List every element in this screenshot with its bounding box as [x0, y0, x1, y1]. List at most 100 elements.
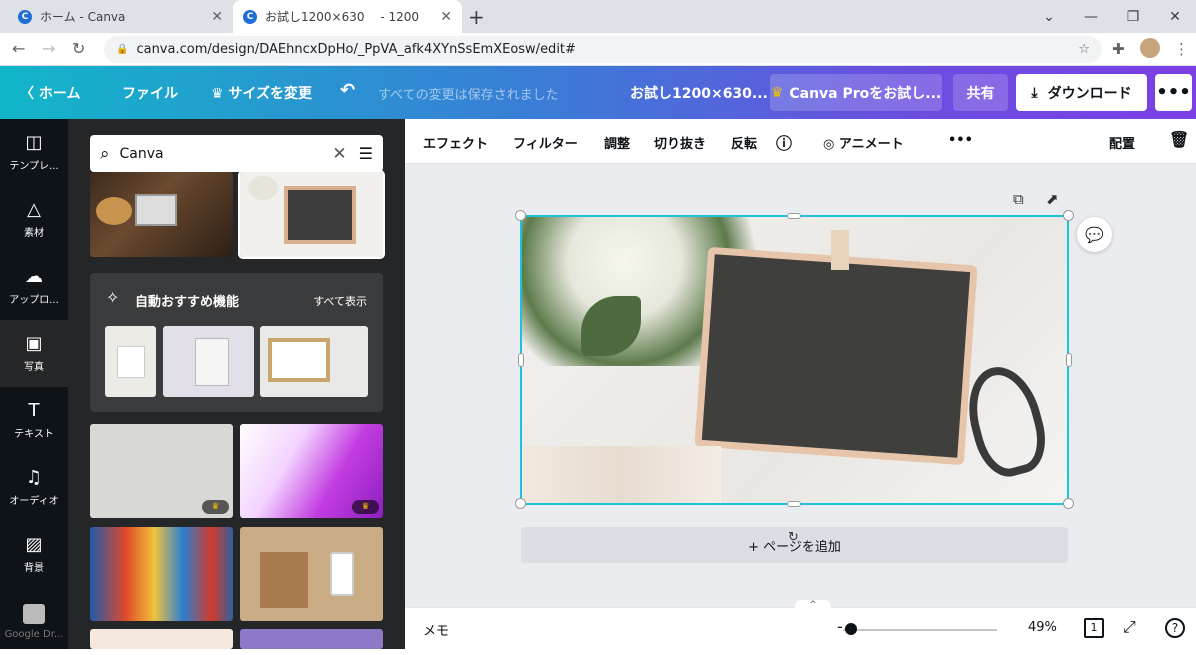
- duplicate-page-icon[interactable]: ⧉: [1013, 190, 1024, 208]
- add-comment-button[interactable]: 💬: [1077, 217, 1112, 252]
- bookmark-star-icon[interactable]: ☆: [1078, 42, 1090, 57]
- expand-pages-icon[interactable]: ^: [795, 600, 831, 610]
- rail-item-background[interactable]: ▨ 背景: [0, 521, 68, 588]
- zoom-slider[interactable]: [843, 629, 997, 631]
- resize-handle[interactable]: [787, 213, 801, 219]
- filter-button[interactable]: フィルター: [513, 133, 578, 152]
- close-window-icon[interactable]: ✕: [1154, 9, 1196, 25]
- notes-button[interactable]: メモ: [423, 620, 449, 639]
- undo-icon[interactable]: ↶: [340, 80, 355, 101]
- save-status: すべての変更は保存されました: [378, 88, 559, 103]
- thumbnail-content: [330, 552, 354, 596]
- background-icon: ▨: [25, 533, 43, 555]
- canva-favicon-icon: C: [18, 9, 32, 24]
- close-tab-icon[interactable]: ✕: [440, 9, 452, 25]
- sparkle-icon: ✧: [106, 288, 120, 307]
- photo-search-input[interactable]: ⌕ Canva ✕ ☰: [90, 135, 383, 172]
- filter-icon[interactable]: ☰: [359, 144, 373, 163]
- see-all-link[interactable]: すべて表示: [313, 293, 367, 309]
- design-page[interactable]: [521, 216, 1068, 504]
- adjust-button[interactable]: 調整: [604, 133, 630, 152]
- browser-menu-icon[interactable]: ⋮: [1174, 40, 1189, 58]
- minimize-icon[interactable]: —: [1070, 9, 1112, 25]
- resize-handle[interactable]: [1066, 353, 1072, 367]
- extensions-icon[interactable]: ✚: [1112, 40, 1125, 58]
- download-button[interactable]: ⤓ ダウンロード: [1016, 74, 1147, 111]
- info-icon[interactable]: ⓘ: [776, 130, 792, 154]
- resize-handle[interactable]: [515, 210, 526, 221]
- page-count-button[interactable]: 1: [1084, 618, 1104, 638]
- suggested-thumbnail[interactable]: [260, 326, 368, 397]
- side-rail: ◫ テンプレ... △ 素材 ☁ アップロ... ▣ 写真 T テキスト ♫ オーディオ ▨…: [0, 119, 68, 649]
- browser-tab-design[interactable]: C お試し1200×630 - 1200 ✕: [233, 0, 462, 33]
- resize-handle[interactable]: [515, 498, 526, 509]
- search-icon: ⌕: [100, 143, 110, 164]
- zoom-slider-handle[interactable]: [845, 623, 857, 635]
- photos-panel: ⌕ Canva ✕ ☰ ✧ 自動おすすめ機能 すべて表示 ♛ ♛: [68, 119, 405, 649]
- thumbnail-content: [268, 338, 330, 382]
- rail-item-audio[interactable]: ♫ オーディオ: [0, 454, 68, 521]
- vertical-scrollbar[interactable]: [1186, 164, 1196, 597]
- rail-item-elements[interactable]: △ 素材: [0, 186, 68, 253]
- home-button[interactable]: 〈 ホーム: [20, 83, 80, 103]
- suggested-thumbnail[interactable]: [105, 326, 156, 397]
- zoom-minus-icon[interactable]: -: [837, 617, 843, 636]
- thumbnail-content: [260, 552, 308, 608]
- google-drive-icon: [23, 603, 45, 624]
- share-button[interactable]: 共有: [953, 74, 1008, 111]
- forward-icon[interactable]: →: [42, 39, 55, 58]
- resize-handle[interactable]: [1063, 210, 1074, 221]
- restore-icon[interactable]: ❐: [1112, 9, 1154, 25]
- chevron-left-icon: 〈: [20, 86, 39, 102]
- rail-item-uploads[interactable]: ☁ アップロ...: [0, 253, 68, 320]
- rail-item-text[interactable]: T テキスト: [0, 387, 68, 454]
- url-field[interactable]: 🔒 canva.com/design/DAEhncxDpHo/_PpVA_afk…: [104, 36, 1102, 63]
- photo-thumbnail[interactable]: ♛: [90, 424, 233, 518]
- suggested-thumbnail[interactable]: [163, 326, 254, 397]
- photo-thumbnail[interactable]: ♛: [240, 424, 383, 518]
- back-icon[interactable]: ←: [12, 39, 25, 58]
- effects-button[interactable]: エフェクト: [423, 133, 488, 152]
- document-title[interactable]: お試し1200×630...: [630, 83, 768, 103]
- rotate-icon[interactable]: ↻: [788, 530, 799, 545]
- browser-tab-home[interactable]: C ホーム - Canva ✕: [8, 0, 233, 33]
- image-toolbar: エフェクト フィルター 調整 切り抜き 反転 ⓘ ◎ アニメート ••• 配置 …: [405, 119, 1196, 164]
- help-icon[interactable]: ?: [1165, 618, 1185, 638]
- rail-item-google-drive[interactable]: Google Dr...: [0, 588, 68, 655]
- clear-search-icon[interactable]: ✕: [332, 144, 346, 164]
- photo-thumbnail[interactable]: [240, 527, 383, 621]
- position-button[interactable]: 配置: [1109, 133, 1135, 152]
- fullscreen-icon[interactable]: ⤢: [1123, 617, 1136, 637]
- tab-search-icon[interactable]: ⌄: [1028, 9, 1070, 25]
- trash-icon[interactable]: 🗑: [1169, 130, 1189, 149]
- add-page-icon[interactable]: ⬈: [1046, 190, 1059, 208]
- photo-thumbnail-selected[interactable]: [238, 170, 385, 259]
- zoom-level[interactable]: 49%: [1028, 620, 1057, 635]
- try-pro-button[interactable]: ♛ Canva Proをお試し...: [770, 74, 942, 111]
- photo-thumbnail[interactable]: [90, 629, 233, 649]
- crop-button[interactable]: 切り抜き: [654, 133, 706, 152]
- file-menu[interactable]: ファイル: [122, 83, 178, 103]
- more-options-button[interactable]: •••: [1155, 74, 1192, 111]
- animate-button[interactable]: ◎ アニメート: [823, 133, 904, 152]
- url-text: canva.com/design/DAEhncxDpHo/_PpVA_afk4X…: [136, 42, 576, 57]
- thumbnail-content: [248, 176, 278, 200]
- photo-thumbnail[interactable]: [90, 527, 233, 621]
- rail-item-photos[interactable]: ▣ 写真: [0, 320, 68, 387]
- profile-avatar[interactable]: [1140, 38, 1160, 58]
- flip-button[interactable]: 反転: [731, 133, 757, 152]
- resize-handle[interactable]: [518, 353, 524, 367]
- resize-handle[interactable]: [787, 501, 801, 507]
- new-tab-icon[interactable]: +: [468, 5, 485, 29]
- reload-icon[interactable]: ↻: [72, 39, 85, 58]
- resize-handle[interactable]: [1063, 498, 1074, 509]
- rail-item-templates[interactable]: ◫ テンプレ...: [0, 119, 68, 186]
- editor-header: 〈 ホーム ファイル ♛ サイズを変更 ↶ すべての変更は保存されました お試し…: [0, 66, 1196, 119]
- more-toolbar-icon[interactable]: •••: [948, 133, 973, 148]
- photo-thumbnail[interactable]: [90, 172, 233, 257]
- close-tab-icon[interactable]: ✕: [211, 9, 223, 25]
- photo-thumbnail[interactable]: [240, 629, 383, 649]
- window-controls: ⌄ — ❐ ✕: [1028, 0, 1196, 33]
- thumbnail-content: [284, 186, 356, 244]
- resize-button[interactable]: ♛ サイズを変更: [211, 83, 312, 103]
